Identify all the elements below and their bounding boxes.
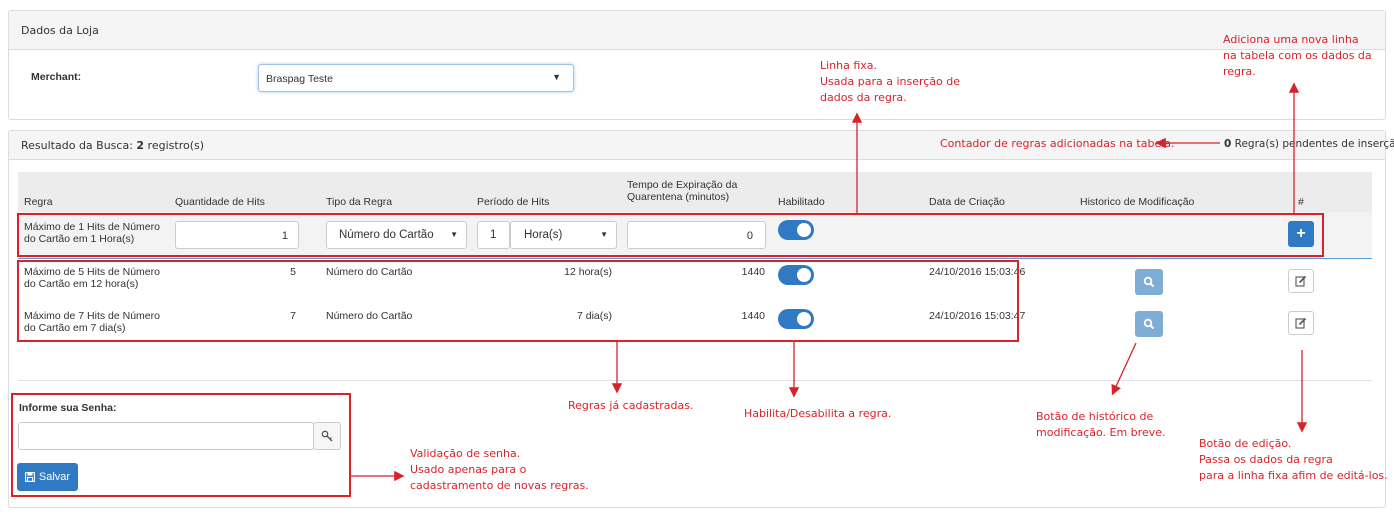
annotation-history: Botão de histórico de modificação. Em br…: [1036, 410, 1166, 439]
annotation-toggle: Habilita/Desabilita a regra.: [744, 407, 892, 420]
annotation-password: Validação de senha. Usado apenas para o …: [410, 447, 589, 492]
annotation-arrows: [351, 82, 1308, 482]
annotation-registered: Regras já cadastradas.: [568, 399, 694, 412]
annotation-edit: Botão de edição. Passa os dados da regra…: [1199, 437, 1388, 482]
annotation-fixed-row: Linha fixa. Usada para a inserção de dad…: [820, 59, 961, 104]
annotation-counter: Contador de regras adicionadas na tabela…: [940, 137, 1175, 150]
annotation-add-row: Adiciona uma nova linha na tabela com os…: [1223, 33, 1372, 78]
